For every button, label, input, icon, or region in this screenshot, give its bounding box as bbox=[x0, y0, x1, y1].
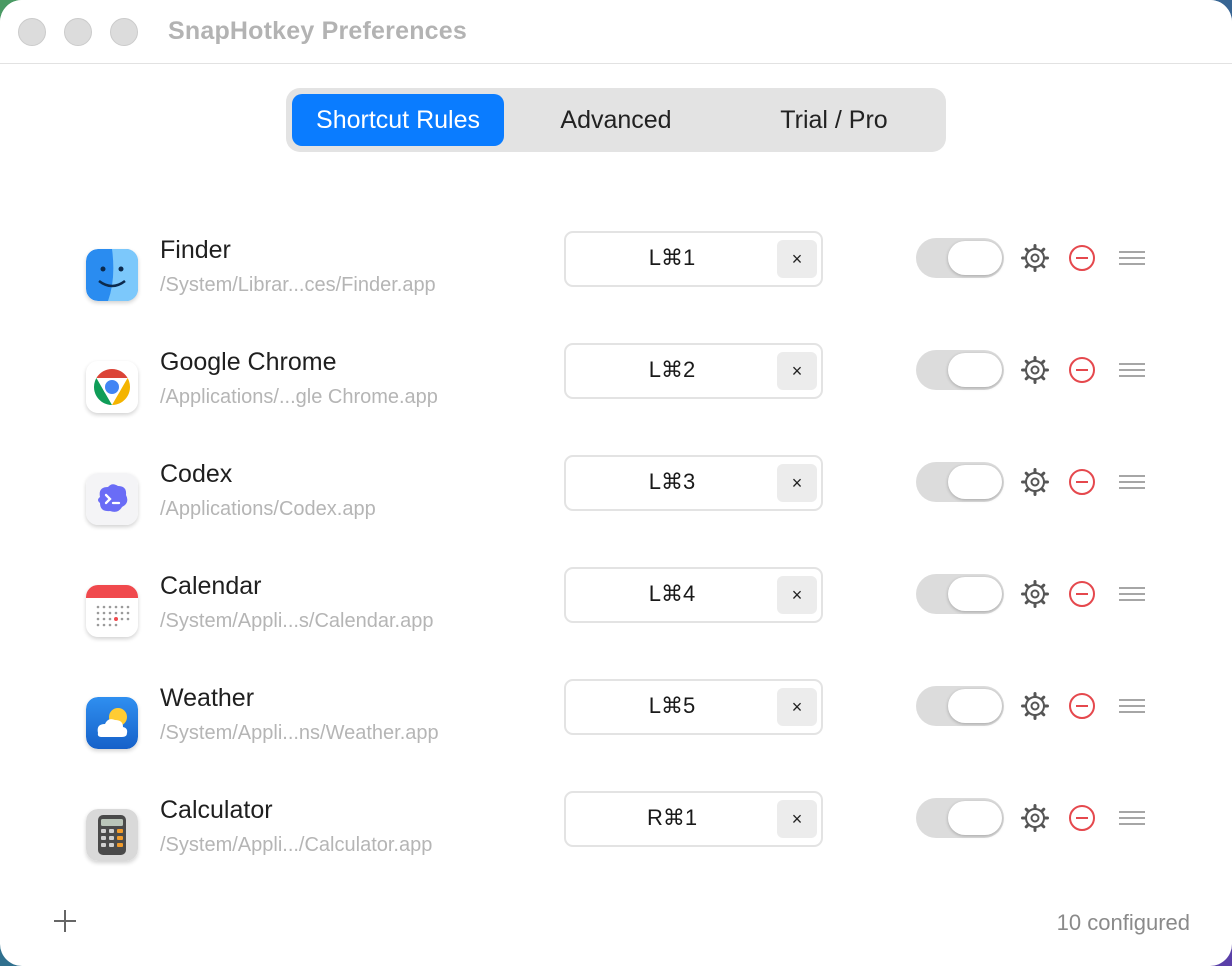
add-rule-button[interactable] bbox=[50, 906, 80, 936]
app-name: Google Chrome bbox=[160, 348, 337, 376]
drag-handle-icon[interactable] bbox=[1118, 248, 1146, 268]
gear-icon[interactable] bbox=[1020, 243, 1050, 273]
gear-icon[interactable] bbox=[1020, 691, 1050, 721]
app-name: Calculator bbox=[160, 796, 273, 824]
minimize-window-button[interactable] bbox=[64, 18, 92, 46]
gear-icon[interactable] bbox=[1020, 355, 1050, 385]
app-path: /System/Appli...ns/Weather.app bbox=[160, 722, 439, 744]
clear-shortcut-button[interactable]: × bbox=[777, 240, 817, 278]
shortcut-value: L⌘2 bbox=[648, 357, 696, 382]
rule-row-calendar: Calendar /System/Appli...s/Calendar.app … bbox=[0, 567, 1232, 686]
enable-toggle[interactable] bbox=[916, 686, 1004, 726]
shortcut-field[interactable]: L⌘2 × bbox=[564, 343, 823, 399]
shortcut-value: L⌘3 bbox=[648, 469, 696, 494]
app-name: Codex bbox=[160, 460, 233, 488]
calendar-icon bbox=[86, 585, 138, 637]
toggle-knob bbox=[948, 465, 1002, 499]
configured-count: 10 configured bbox=[1056, 910, 1190, 935]
zoom-window-button[interactable] bbox=[110, 18, 138, 46]
shortcut-field[interactable]: L⌘5 × bbox=[564, 679, 823, 735]
rule-row-calculator: Calculator /System/Appli.../Calculator.a… bbox=[0, 791, 1232, 910]
shortcut-value: L⌘5 bbox=[648, 693, 696, 718]
drag-handle-icon[interactable] bbox=[1118, 584, 1146, 604]
shortcut-field[interactable]: L⌘4 × bbox=[564, 567, 823, 623]
tab-bar: Shortcut Rules Advanced Trial / Pro bbox=[286, 88, 946, 152]
toggle-knob bbox=[948, 689, 1002, 723]
remove-icon[interactable] bbox=[1068, 804, 1096, 832]
drag-handle-icon[interactable] bbox=[1118, 472, 1146, 492]
chrome-icon bbox=[86, 361, 138, 413]
gear-icon[interactable] bbox=[1020, 579, 1050, 609]
tab-trial-pro[interactable]: Trial / Pro bbox=[726, 94, 942, 146]
app-name: Calendar bbox=[160, 572, 262, 600]
rule-row-finder: Finder /System/Librar...ces/Finder.app L… bbox=[0, 231, 1232, 350]
enable-toggle[interactable] bbox=[916, 462, 1004, 502]
gear-icon[interactable] bbox=[1020, 803, 1050, 833]
rule-row-weather: Weather /System/Appli...ns/Weather.app L… bbox=[0, 679, 1232, 798]
shortcut-field[interactable]: R⌘1 × bbox=[564, 791, 823, 847]
drag-handle-icon[interactable] bbox=[1118, 360, 1146, 380]
shortcut-value: L⌘1 bbox=[648, 245, 696, 270]
toggle-knob bbox=[948, 577, 1002, 611]
enable-toggle[interactable] bbox=[916, 574, 1004, 614]
shortcut-value: L⌘4 bbox=[648, 581, 696, 606]
rule-row-codex: Codex /Applications/Codex.app L⌘3 × bbox=[0, 455, 1232, 574]
app-path: /System/Librar...ces/Finder.app bbox=[160, 274, 436, 296]
app-path: /Applications/Codex.app bbox=[160, 498, 376, 520]
weather-icon bbox=[86, 697, 138, 749]
clear-shortcut-button[interactable]: × bbox=[777, 576, 817, 614]
tab-shortcut-rules[interactable]: Shortcut Rules bbox=[292, 94, 504, 146]
rule-row-google-chrome: Google Chrome /Applications/...gle Chrom… bbox=[0, 343, 1232, 462]
tab-advanced[interactable]: Advanced bbox=[508, 94, 724, 146]
toggle-knob bbox=[948, 353, 1002, 387]
close-window-button[interactable] bbox=[18, 18, 46, 46]
enable-toggle[interactable] bbox=[916, 350, 1004, 390]
toggle-knob bbox=[948, 801, 1002, 835]
clear-shortcut-button[interactable]: × bbox=[777, 464, 817, 502]
enable-toggle[interactable] bbox=[916, 238, 1004, 278]
shortcut-field[interactable]: L⌘3 × bbox=[564, 455, 823, 511]
finder-icon bbox=[86, 249, 138, 301]
clear-shortcut-button[interactable]: × bbox=[777, 688, 817, 726]
preferences-window: SnapHotkey Preferences Shortcut Rules Ad… bbox=[0, 0, 1232, 966]
toggle-knob bbox=[948, 241, 1002, 275]
app-path: /Applications/...gle Chrome.app bbox=[160, 386, 438, 408]
drag-handle-icon[interactable] bbox=[1118, 808, 1146, 828]
enable-toggle[interactable] bbox=[916, 798, 1004, 838]
remove-icon[interactable] bbox=[1068, 468, 1096, 496]
window-title: SnapHotkey Preferences bbox=[168, 17, 467, 45]
shortcut-field[interactable]: L⌘1 × bbox=[564, 231, 823, 287]
app-name: Finder bbox=[160, 236, 231, 264]
title-bar: SnapHotkey Preferences bbox=[0, 0, 1232, 64]
remove-icon[interactable] bbox=[1068, 244, 1096, 272]
calculator-icon bbox=[86, 809, 138, 861]
clear-shortcut-button[interactable]: × bbox=[777, 352, 817, 390]
remove-icon[interactable] bbox=[1068, 580, 1096, 608]
drag-handle-icon[interactable] bbox=[1118, 696, 1146, 716]
remove-icon[interactable] bbox=[1068, 356, 1096, 384]
codex-icon bbox=[86, 473, 138, 525]
clear-shortcut-button[interactable]: × bbox=[777, 800, 817, 838]
gear-icon[interactable] bbox=[1020, 467, 1050, 497]
app-path: /System/Appli.../Calculator.app bbox=[160, 834, 433, 856]
app-name: Weather bbox=[160, 684, 255, 712]
remove-icon[interactable] bbox=[1068, 692, 1096, 720]
app-path: /System/Appli...s/Calendar.app bbox=[160, 610, 434, 632]
shortcut-value: R⌘1 bbox=[646, 805, 698, 830]
